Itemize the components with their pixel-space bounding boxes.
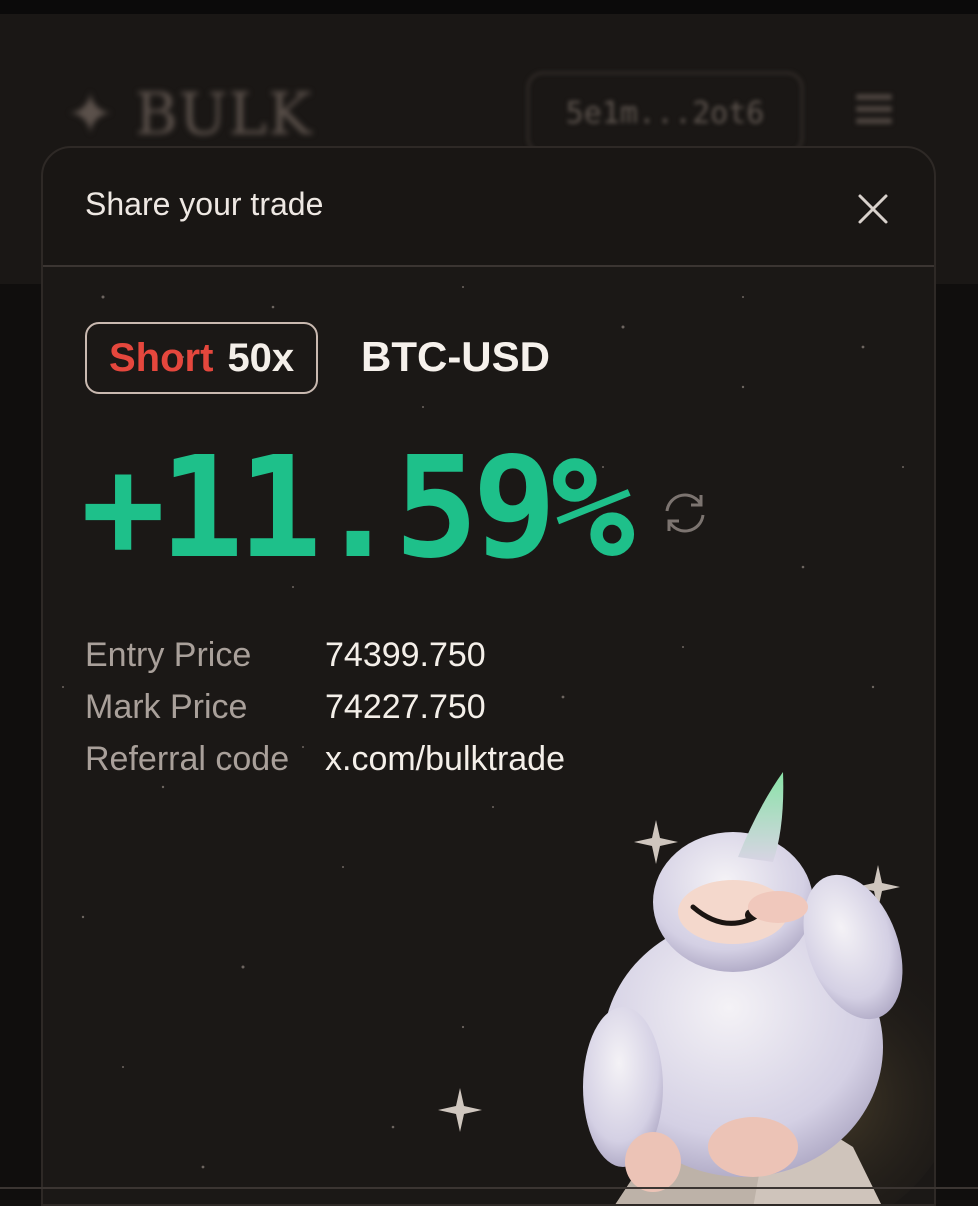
close-icon[interactable] [856,192,890,226]
yeti-mascot-image [583,772,934,1204]
background-left-edge [0,284,42,1200]
share-trade-modal: Share your trade Short 50x BTC-USD +11.5… [41,146,936,1206]
position-side-pill: Short 50x [85,322,319,394]
leverage-label: 50x [227,335,295,380]
mark-price-label: Mark Price [85,688,248,726]
referral-code-value: x.com/bulktrade [325,740,565,778]
wallet-button: 5e1m...2ot6 [527,72,803,154]
modal-title: Share your trade [85,186,324,222]
bottom-divider [0,1187,978,1189]
mark-price-value: 74227.750 [325,688,486,726]
referral-code-label: Referral code [85,740,290,778]
top-status-strip [0,0,978,14]
menu-icon [856,94,892,126]
trade-details: Entry Price 74399.750 Mark Price 74227.7… [85,629,565,785]
pnl-percent: +11.59% [81,427,635,590]
entry-price-label: Entry Price [85,636,252,674]
refresh-icon[interactable] [657,485,713,541]
detail-row-mark-price: Mark Price 74227.750 [85,681,565,733]
trading-pair: BTC-USD [361,333,550,380]
detail-row-referral: Referral code x.com/bulktrade [85,733,565,785]
modal-header: Share your trade [43,148,934,267]
app-logo-text: BULK [135,80,313,148]
entry-price-value: 74399.750 [325,636,486,674]
share-card: Short 50x BTC-USD +11.59% Entry Price 74… [43,267,934,1204]
side-label: Short [109,335,214,380]
app-logo: ✦ BULK [66,80,313,148]
background-right-edge [936,284,978,1200]
detail-row-entry-price: Entry Price 74399.750 [85,629,565,681]
